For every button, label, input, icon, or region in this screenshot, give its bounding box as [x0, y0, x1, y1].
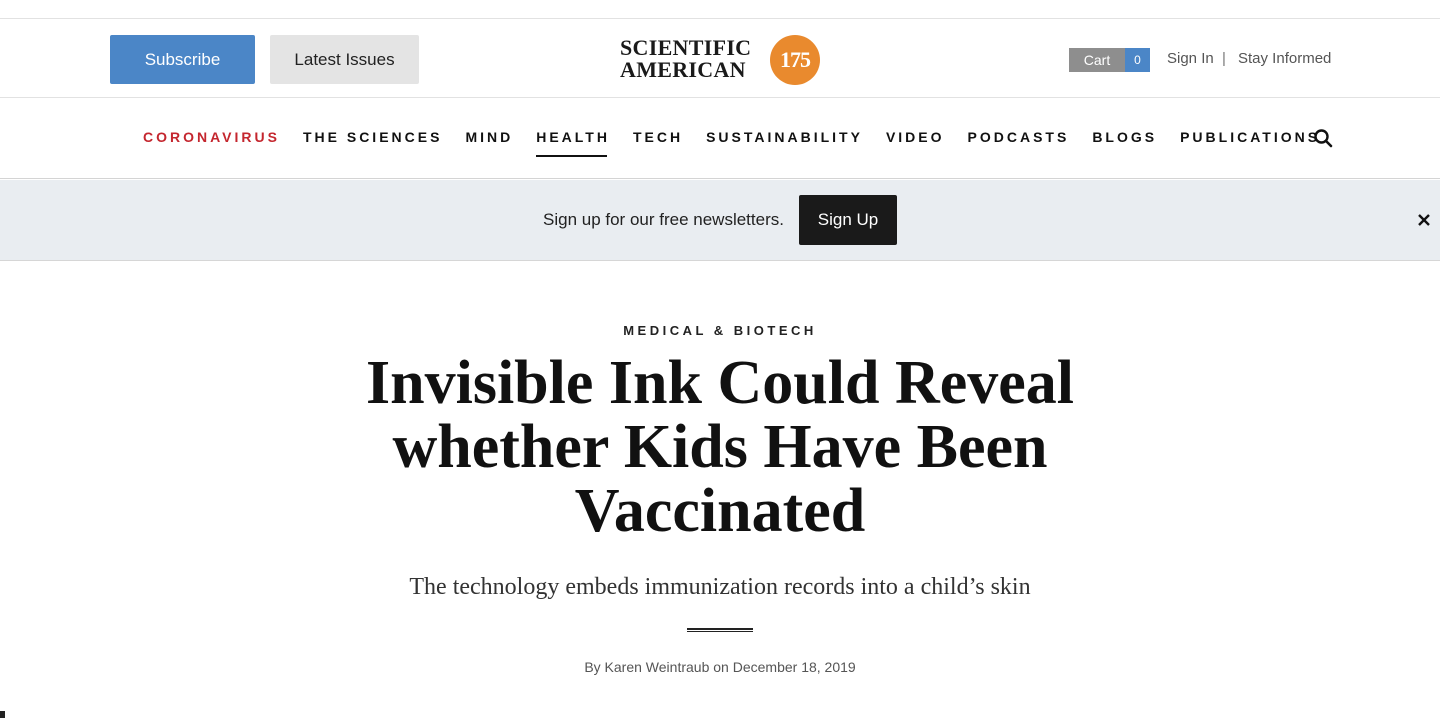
nav-item-tech[interactable]: TECH — [633, 129, 683, 145]
nav-item-mind[interactable]: MIND — [465, 129, 513, 145]
article-category[interactable]: MEDICAL & BIOTECH — [0, 323, 1440, 338]
article-byline: By Karen Weintraub on December 18, 2019 — [0, 659, 1440, 675]
cart-button[interactable]: Cart 0 — [1069, 48, 1150, 72]
article-headline: Invisible Ink Could Reveal whether Kids … — [320, 351, 1120, 543]
article-header: MEDICAL & BIOTECH Invisible Ink Could Re… — [0, 261, 1440, 718]
header-separator: | — [1222, 50, 1226, 67]
nav-item-sustainability[interactable]: SUSTAINABILITY — [706, 129, 863, 145]
stay-informed-link[interactable]: Stay Informed — [1238, 50, 1331, 67]
site-header: Subscribe Latest Issues SCIENTIFIC AMERI… — [0, 19, 1440, 98]
subscribe-button[interactable]: Subscribe — [110, 35, 255, 84]
nav-item-blogs[interactable]: BLOGS — [1092, 129, 1157, 145]
author-link[interactable]: Karen Weintraub — [605, 659, 710, 675]
nav-item-publications[interactable]: PUBLICATIONS — [1180, 129, 1320, 145]
sign-in-link[interactable]: Sign In — [1167, 50, 1214, 67]
headline-line-2: whether Kids Have Been — [392, 413, 1048, 481]
headline-line-3: Vaccinated — [574, 477, 866, 545]
anniversary-badge-icon: 175 — [770, 35, 820, 85]
cart-label: Cart — [1069, 48, 1125, 72]
logo-line-2: AMERICAN — [620, 57, 746, 82]
nav-item-health[interactable]: HEALTH — [536, 129, 610, 157]
nav-item-coronavirus[interactable]: CORONAVIRUS — [143, 129, 280, 145]
search-icon[interactable] — [1313, 128, 1333, 148]
sign-up-button[interactable]: Sign Up — [799, 195, 897, 245]
headline-line-1: Invisible Ink Could Reveal — [365, 349, 1074, 417]
corner-mark — [0, 711, 5, 718]
article-subhead: The technology embeds immunization recor… — [409, 574, 1031, 600]
latest-issues-button[interactable]: Latest Issues — [270, 35, 419, 84]
nav-item-the-sciences[interactable]: THE SCIENCES — [303, 129, 442, 145]
nav-item-video[interactable]: VIDEO — [886, 129, 945, 145]
close-icon[interactable] — [1414, 210, 1434, 230]
cart-count-badge: 0 — [1125, 48, 1150, 72]
main-nav: CORONAVIRUS THE SCIENCES MIND HEALTH TEC… — [0, 98, 1440, 179]
nav-item-podcasts[interactable]: PODCASTS — [968, 129, 1070, 145]
article-divider — [687, 628, 753, 632]
article-date: December 18, 2019 — [732, 659, 856, 675]
site-logo[interactable]: SCIENTIFIC AMERICAN 175 — [620, 35, 825, 85]
byline-on: on — [713, 659, 729, 675]
badge-number: 175 — [780, 47, 811, 72]
newsletter-banner: Sign up for our free newsletters. Sign U… — [0, 180, 1440, 261]
nav-list: CORONAVIRUS THE SCIENCES MIND HEALTH TEC… — [143, 129, 1343, 157]
byline-prefix: By — [584, 659, 601, 675]
logo-line-1: SCIENTIFIC — [620, 35, 752, 60]
logo-wordmark: SCIENTIFIC AMERICAN — [620, 37, 751, 81]
newsletter-text: Sign up for our free newsletters. — [543, 210, 784, 229]
